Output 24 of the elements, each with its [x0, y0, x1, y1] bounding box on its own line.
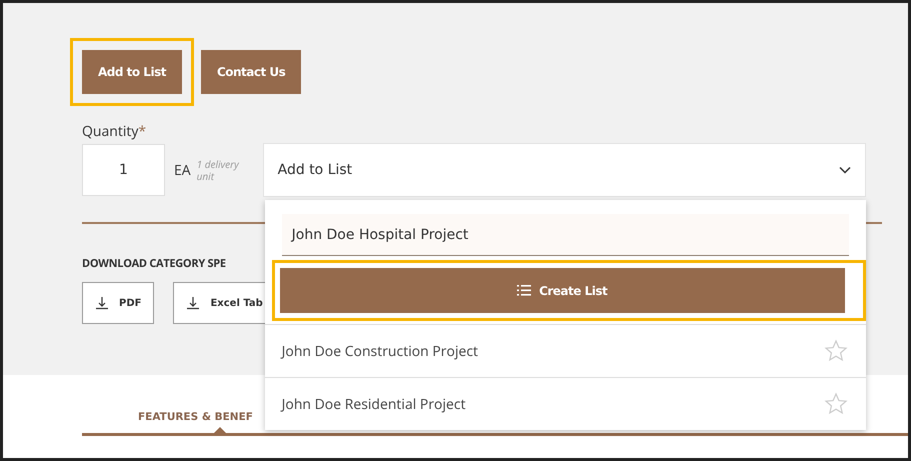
action-button[interactable]: Add to List: [82, 50, 182, 94]
quantity-label: Quantity*: [82, 122, 148, 141]
action-button[interactable]: Contact Us: [200, 50, 302, 94]
chevron-down-icon[interactable]: [838, 166, 851, 174]
unit-note: 1 delivery unit: [196, 158, 240, 182]
download-button[interactable]: Excel Tab: [173, 282, 268, 324]
tab[interactable]: FEATURES & BENEF: [138, 405, 253, 429]
dropdown-value: Add to List: [278, 162, 352, 178]
download-heading: DOWNLOAD CATEGORY SPE: [82, 256, 227, 271]
star-icon[interactable]: [824, 392, 848, 416]
list-name: John Doe Residential Project: [282, 394, 466, 414]
download-icon: [186, 296, 200, 310]
create-list-button[interactable]: Create List: [280, 268, 845, 313]
list-name: John Doe Construction Project: [282, 342, 478, 360]
download-button[interactable]: PDF: [82, 282, 154, 324]
unit-label: EA: [174, 160, 191, 180]
list-name-field[interactable]: John Doe Hospital Project: [282, 214, 849, 256]
star-icon[interactable]: [824, 339, 848, 363]
quantity-field[interactable]: 1: [82, 144, 165, 196]
list-item[interactable]: John Doe Construction Project: [264, 324, 866, 377]
list-icon: [517, 285, 532, 296]
list-item[interactable]: John Doe Residential Project: [264, 377, 866, 430]
download-icon: [95, 296, 109, 310]
list-dropdown[interactable]: Add to List: [262, 143, 866, 197]
